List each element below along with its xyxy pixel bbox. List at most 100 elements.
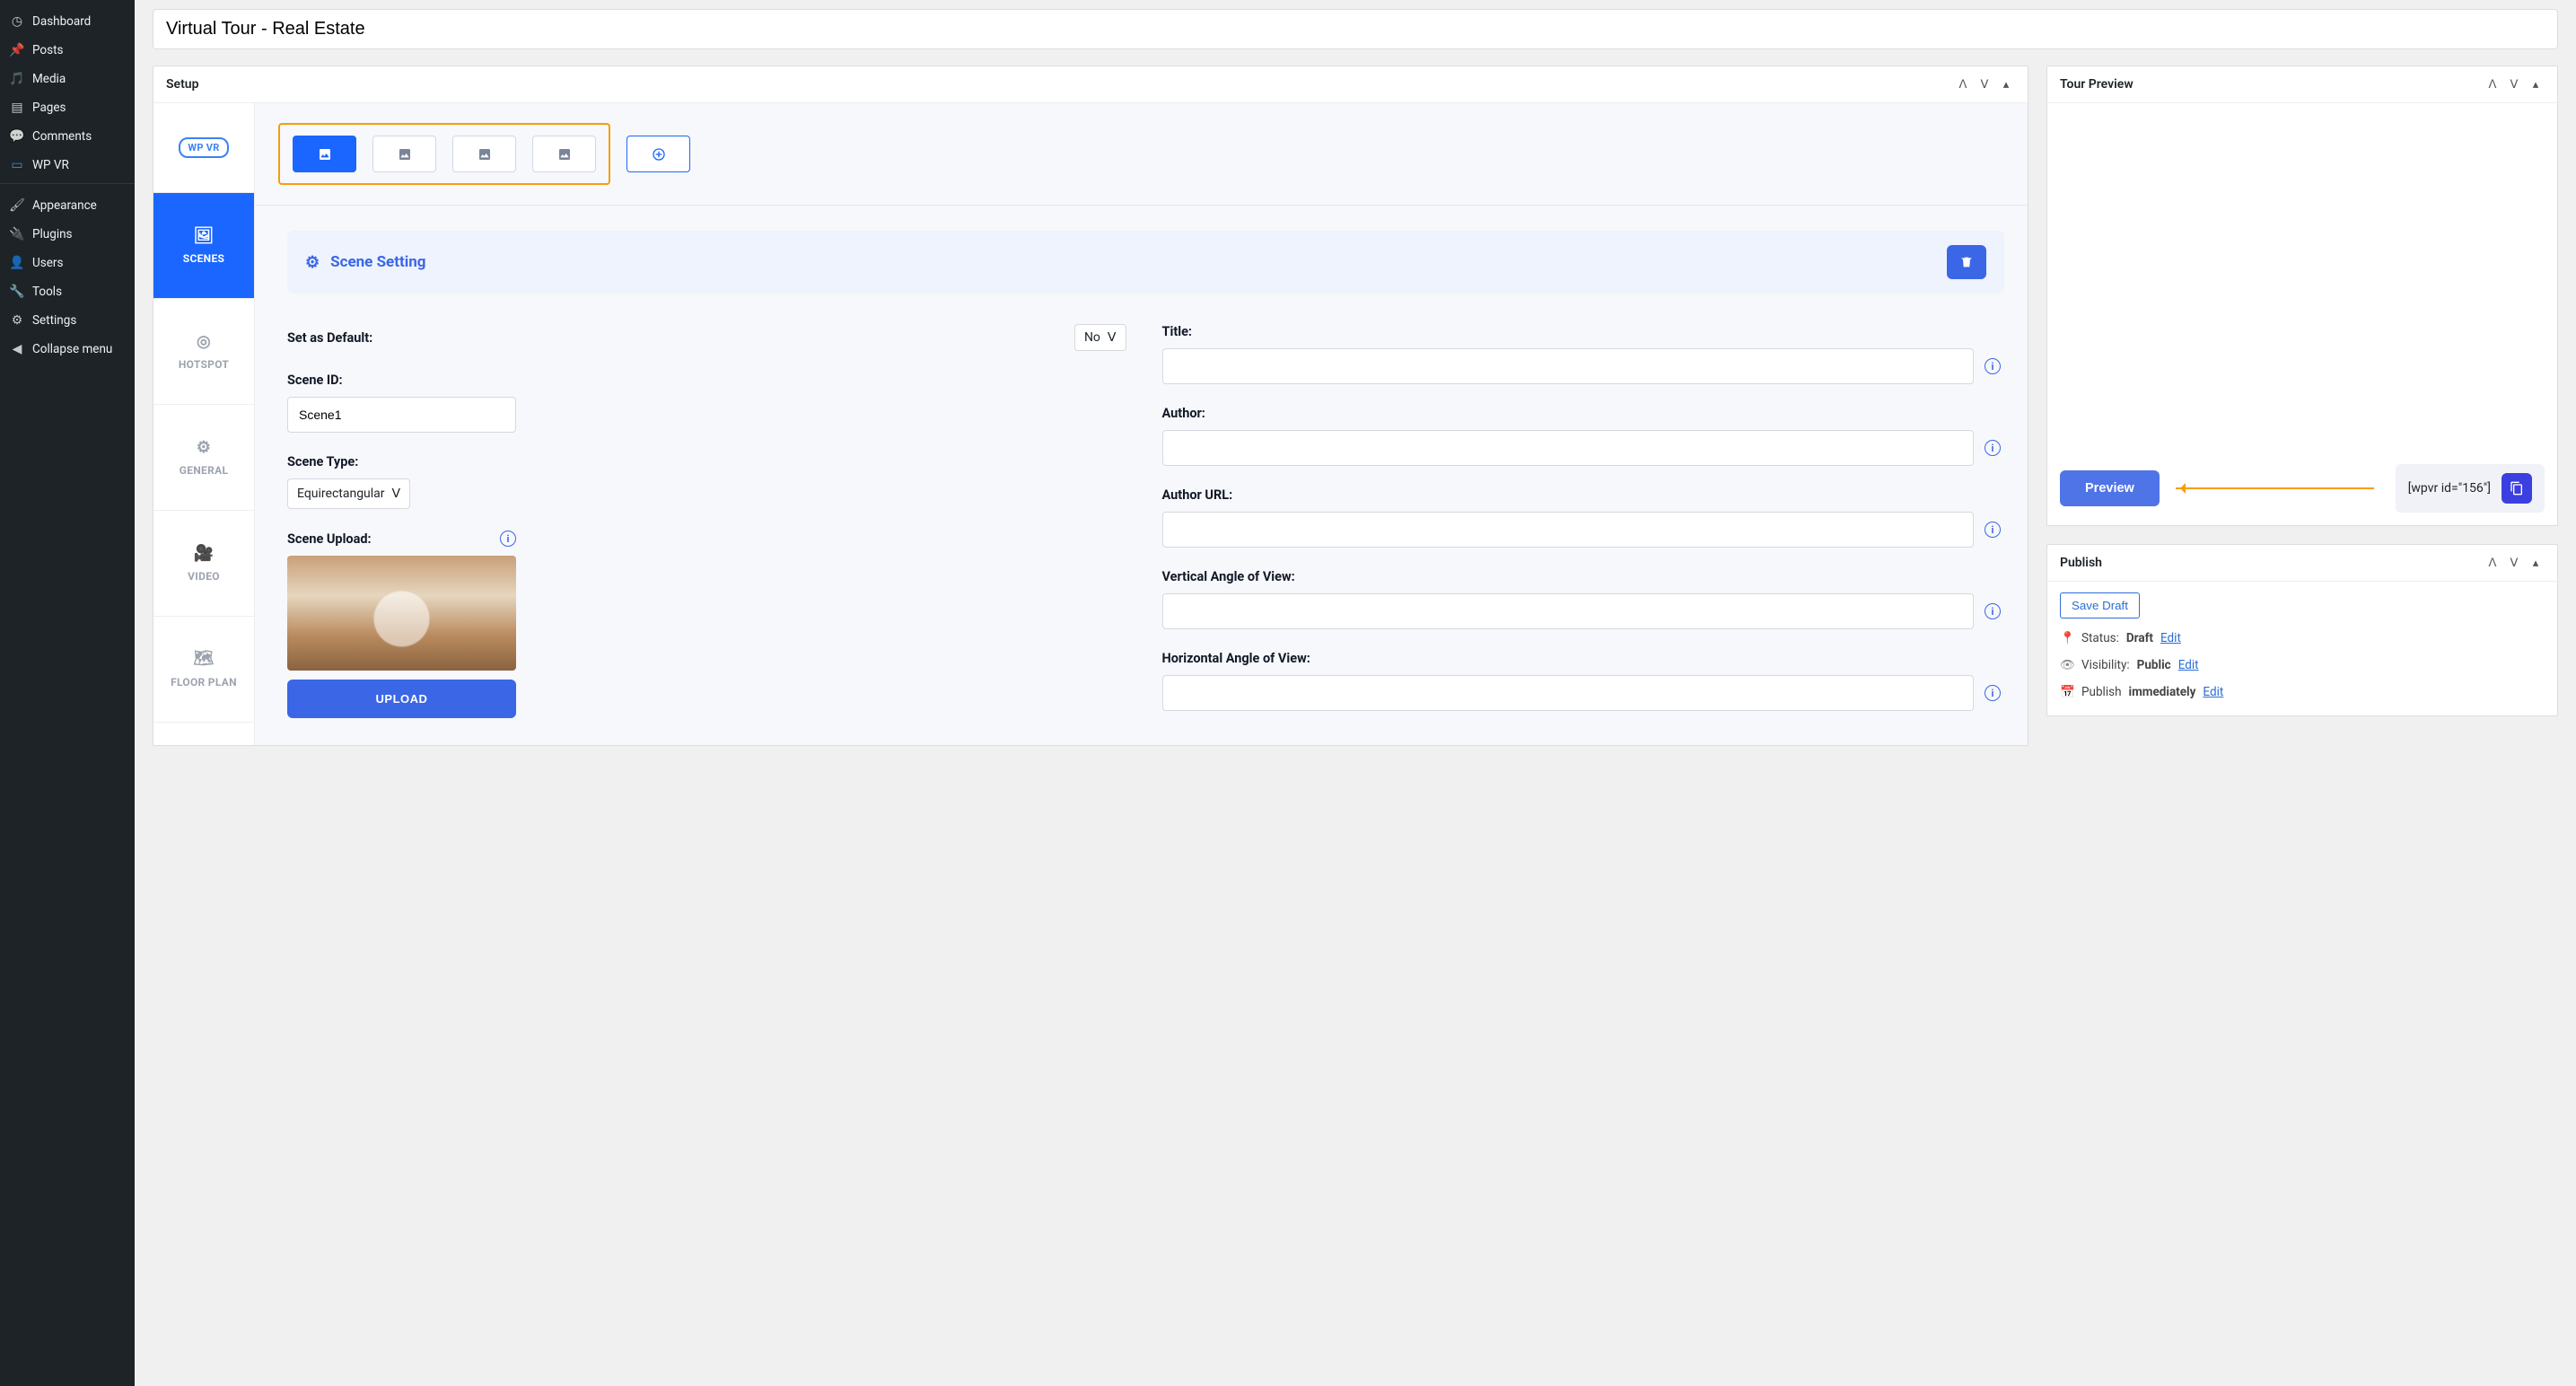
save-draft-button[interactable]: Save Draft xyxy=(2060,592,2140,618)
visibility-row: 👁 Visibility: Public Edit xyxy=(2060,658,2545,672)
scene-setting-header: ⚙ Scene Setting xyxy=(287,231,2004,294)
sidebar-item-media[interactable]: 🎵Media xyxy=(0,65,135,93)
scene-id-input[interactable] xyxy=(287,397,516,433)
sidebar-item-plugins[interactable]: 🔌Plugins xyxy=(0,220,135,249)
sidebar-item-label: Users xyxy=(32,256,63,270)
tour-preview-panel: Tour Preview ᐱ ᐯ ▴ Preview xyxy=(2046,66,2558,526)
edit-visibility-link[interactable]: Edit xyxy=(2178,658,2199,672)
caret-up-icon[interactable]: ▴ xyxy=(2527,554,2545,572)
author-label: Author: xyxy=(1162,406,2002,421)
sliders-icon: ⚙ xyxy=(9,313,25,328)
vtab-scenes[interactable]: 🖼 SCENES xyxy=(153,193,254,299)
vtab-floorplan[interactable]: 🗺 FLOOR PLAN xyxy=(153,617,254,723)
sidebar-item-pages[interactable]: ▤Pages xyxy=(0,93,135,122)
scene-upload-preview xyxy=(287,556,516,671)
caret-up-icon[interactable]: ▴ xyxy=(1997,75,2015,93)
page-icon: ▤ xyxy=(9,101,25,115)
info-icon[interactable]: i xyxy=(1985,603,2001,619)
scene-type-value: Equirectangular xyxy=(297,487,385,501)
add-scene-button[interactable] xyxy=(626,136,690,172)
sidebar-item-label: Collapse menu xyxy=(32,342,112,356)
sidebar-item-label: WP VR xyxy=(32,158,69,172)
sidebar-item-dashboard[interactable]: ◷ Dashboard xyxy=(0,7,135,36)
author-url-input[interactable] xyxy=(1162,512,1975,548)
sidebar-item-users[interactable]: 👤 Users xyxy=(0,249,135,277)
info-icon[interactable]: i xyxy=(500,531,516,547)
title-input[interactable] xyxy=(1162,348,1975,384)
info-icon[interactable]: i xyxy=(1985,522,2001,538)
info-icon[interactable]: i xyxy=(1985,440,2001,456)
edit-status-link[interactable]: Edit xyxy=(2160,631,2181,645)
sidebar-item-posts[interactable]: 📌Posts xyxy=(0,36,135,65)
image-icon: 🖼 xyxy=(193,226,214,245)
scene-thumb-4[interactable] xyxy=(532,136,596,172)
dashboard-icon: ◷ xyxy=(9,14,25,29)
user-icon: 👤 xyxy=(9,256,25,270)
chevron-up-icon[interactable]: ᐱ xyxy=(2484,75,2502,93)
brand-logo: WP VR xyxy=(153,103,254,193)
scene-id-label: Scene ID: xyxy=(287,373,1126,388)
gear-icon: ⚙ xyxy=(305,253,320,272)
vtab-hotspot[interactable]: ◎ HOTSPOT xyxy=(153,299,254,405)
info-icon[interactable]: i xyxy=(1985,685,2001,701)
menu-separator xyxy=(0,183,135,188)
default-label: Set as Default: xyxy=(287,330,372,346)
scene-thumb-1[interactable] xyxy=(293,136,356,172)
horizontal-angle-label: Horizontal Angle of View: xyxy=(1162,651,2002,666)
edit-schedule-link[interactable]: Edit xyxy=(2203,685,2223,699)
horizontal-angle-input[interactable] xyxy=(1162,675,1975,711)
scene-thumb-3[interactable] xyxy=(452,136,516,172)
vertical-angle-input[interactable] xyxy=(1162,593,1975,629)
visibility-value: Public xyxy=(2137,658,2171,672)
scene-thumb-highlight-group xyxy=(278,123,610,185)
delete-scene-button[interactable] xyxy=(1947,245,1986,279)
status-value: Draft xyxy=(2126,631,2153,645)
sidebar-item-label: Comments xyxy=(32,129,92,144)
shortcode-text: [wpvr id="156"] xyxy=(2408,481,2491,496)
scene-upload-label: Scene Upload: xyxy=(287,531,372,547)
chevron-down-icon: ᐯ xyxy=(392,487,401,501)
preview-button[interactable]: Preview xyxy=(2060,470,2160,506)
caret-up-icon[interactable]: ▴ xyxy=(2527,75,2545,93)
main-content: Setup ᐱ ᐯ ▴ WP VR 🖼 xyxy=(135,0,2576,1386)
panel-header-preview: Tour Preview ᐱ ᐯ ▴ xyxy=(2047,66,2557,103)
chevron-down-icon: ᐯ xyxy=(1108,330,1117,345)
vtab-label: GENERAL xyxy=(180,464,229,477)
chevron-up-icon[interactable]: ᐱ xyxy=(1954,75,1972,93)
map-icon: 🗺 xyxy=(193,649,214,670)
scene-thumb-tabs xyxy=(255,103,2028,206)
vtab-video[interactable]: 🎥 VIDEO xyxy=(153,511,254,617)
chevron-down-icon[interactable]: ᐯ xyxy=(2505,75,2523,93)
panel-header-setup: Setup ᐱ ᐯ ▴ xyxy=(153,66,2028,103)
panel-title: Publish xyxy=(2060,556,2102,570)
sidebar-item-tools[interactable]: 🔧Tools xyxy=(0,277,135,306)
vtab-label: FLOOR PLAN xyxy=(171,676,237,689)
copy-shortcode-button[interactable] xyxy=(2502,473,2532,504)
scene-thumb-2[interactable] xyxy=(372,136,436,172)
sidebar-item-collapse[interactable]: ◀Collapse menu xyxy=(0,335,135,364)
author-url-label: Author URL: xyxy=(1162,487,2002,503)
sidebar-item-label: Dashboard xyxy=(32,14,91,29)
vr-icon: ▭ xyxy=(9,158,25,172)
chevron-down-icon[interactable]: ᐯ xyxy=(2505,554,2523,572)
vtab-general[interactable]: ⚙ GENERAL xyxy=(153,405,254,511)
author-input[interactable] xyxy=(1162,430,1975,466)
wrench-icon: 🔧 xyxy=(9,285,25,299)
vtab-label: SCENES xyxy=(183,252,224,265)
default-select[interactable]: No ᐯ xyxy=(1074,324,1126,351)
gear-icon: ⚙ xyxy=(197,438,211,457)
scene-type-select[interactable]: Equirectangular ᐯ xyxy=(287,478,410,509)
chevron-up-icon[interactable]: ᐱ xyxy=(2484,554,2502,572)
sidebar-item-appearance[interactable]: 🖌Appearance xyxy=(0,191,135,220)
sidebar-item-settings[interactable]: ⚙Settings xyxy=(0,306,135,335)
upload-button[interactable]: UPLOAD xyxy=(287,680,516,718)
sidebar-item-wpvr[interactable]: ▭ WP VR xyxy=(0,151,135,180)
sidebar-item-comments[interactable]: 💬Comments xyxy=(0,122,135,151)
publish-panel: Publish ᐱ ᐯ ▴ Save Draft 📍 Status: Draft xyxy=(2046,544,2558,716)
target-icon: ◎ xyxy=(197,332,211,351)
post-title-input[interactable] xyxy=(153,9,2558,49)
default-value: No xyxy=(1084,330,1100,345)
chevron-down-icon[interactable]: ᐯ xyxy=(1976,75,1993,93)
info-icon[interactable]: i xyxy=(1985,358,2001,374)
vtab-label: VIDEO xyxy=(188,570,220,583)
